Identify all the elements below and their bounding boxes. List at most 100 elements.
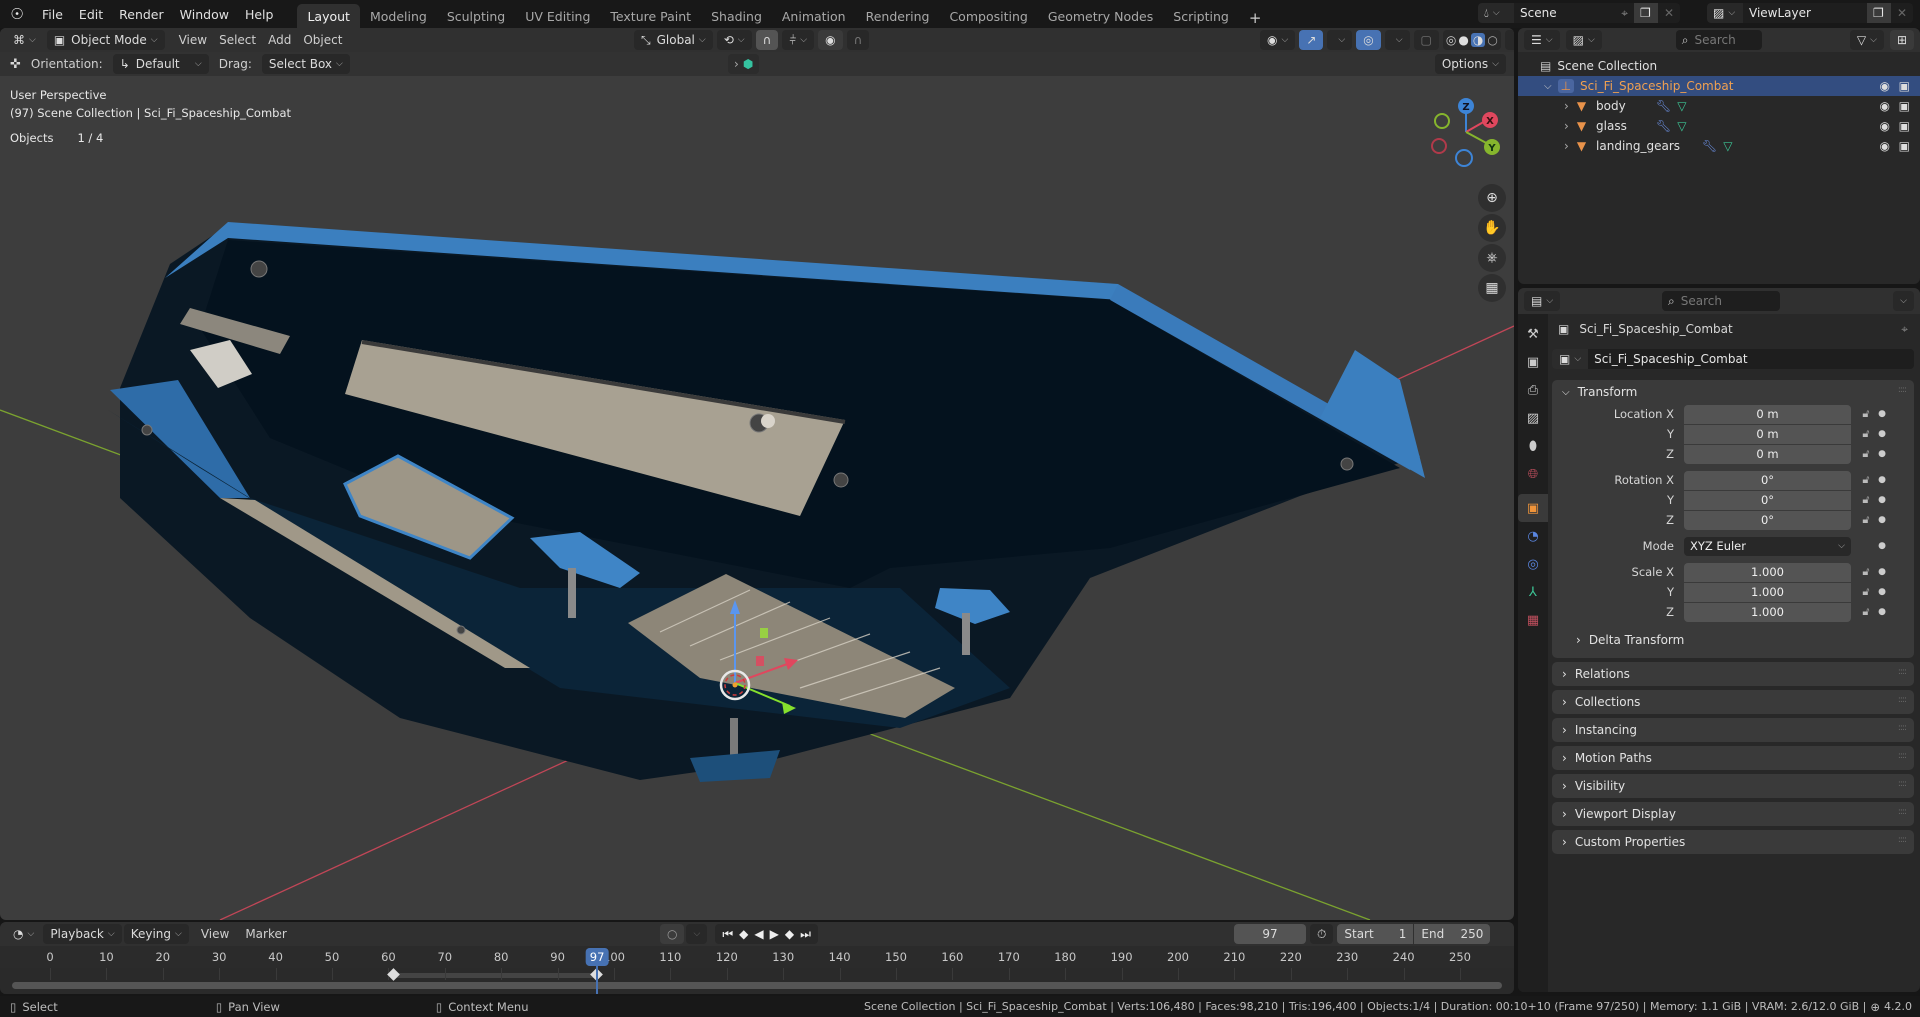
keyframe-dot[interactable]: ● [1877, 449, 1887, 459]
end-frame-field[interactable]: End 250 [1414, 924, 1491, 944]
drag-grip-icon[interactable]: :::: [1898, 779, 1907, 789]
instancing-panel[interactable]: › Instancing:::: [1552, 718, 1914, 742]
outliner-item-landing-gears[interactable]: › ▼ landing_gears 🔧︎ ▽ ◉ ▣ [1518, 136, 1920, 156]
keyframe-dot[interactable]: ● [1877, 587, 1887, 597]
keyframe-dot[interactable]: ● [1877, 429, 1887, 439]
tab-texture-paint[interactable]: Texture Paint [600, 4, 701, 28]
menu-select[interactable]: Select [215, 33, 260, 47]
chevron-right-icon[interactable]: › [1564, 119, 1569, 133]
start-frame-field[interactable]: Start 1 [1337, 924, 1414, 944]
tab-texture[interactable]: ▦ [1518, 606, 1548, 634]
drag-grip-icon[interactable]: :::: [1898, 385, 1907, 395]
playback-menu[interactable]: Playback ⌵ [43, 924, 122, 944]
3d-viewport[interactable]: ⌘ ⌵ ▣ Object Mode ⌵ View Select Add Object … [0, 28, 1514, 920]
modifier-wrench-icon[interactable]: 🔧︎ [1656, 119, 1671, 133]
rotation-mode-dropdown[interactable]: XYZ Euler ⌵ [1684, 536, 1851, 556]
lock-icon[interactable]: 🔓︎ [1855, 407, 1877, 421]
chevron-down-icon[interactable]: ⌵ [1544, 81, 1552, 92]
material-preview-button[interactable]: ◑ [1470, 33, 1486, 47]
lock-icon[interactable]: 🔓︎ [1855, 427, 1877, 441]
drag-grip-icon[interactable]: :::: [1898, 723, 1907, 733]
tab-geometry-nodes[interactable]: Geometry Nodes [1038, 4, 1163, 28]
outliner-item-collection[interactable]: ⌵ ⊥ Sci_Fi_Spaceship_Combat ◉ ▣ [1518, 76, 1920, 96]
drag-grip-icon[interactable]: :::: [1898, 807, 1907, 817]
lock-icon[interactable]: 🔓︎ [1855, 447, 1877, 461]
properties-options-dropdown[interactable]: ⌵ [1893, 291, 1914, 311]
object-browse-button[interactable]: ▣ ⌵ [1552, 349, 1589, 369]
menu-window[interactable]: Window [172, 7, 237, 22]
drag-grip-icon[interactable]: :::: [1898, 667, 1907, 677]
outliner-item-body[interactable]: › ▼ body 🔧︎ ▽ ◉ ▣ [1518, 96, 1920, 116]
play-reverse-button[interactable]: ◀ [754, 927, 763, 941]
transform-orientation-dropdown[interactable]: ⤡ Global ⌵ [634, 30, 713, 50]
playhead-frame-label[interactable]: 97 [585, 948, 609, 966]
overlays-toggle[interactable]: ◎ [1356, 30, 1381, 50]
scene-name-field[interactable]: Scene ⌖ [1514, 3, 1634, 23]
view-layer-name-field[interactable]: ViewLayer [1743, 3, 1867, 23]
scale-x-field[interactable]: 1.000 [1684, 562, 1851, 582]
tab-tool[interactable]: ⚒ [1518, 320, 1548, 348]
timeline-scrollbar[interactable] [12, 982, 1502, 989]
view-layer-browse-button[interactable]: ▨ ⌵ [1707, 3, 1743, 23]
properties-editor-type[interactable]: ▤ ⌵ [1524, 291, 1561, 311]
rotation-y-field[interactable]: 0° [1684, 490, 1851, 510]
tab-uv-editing[interactable]: UV Editing [515, 4, 600, 28]
chevron-right-icon[interactable]: › [1564, 139, 1569, 153]
delete-scene-button[interactable]: ✕ [1658, 3, 1680, 23]
snap-toggle[interactable]: ∩ [755, 30, 779, 50]
overlays-dropdown[interactable]: ⌵ [1384, 30, 1410, 50]
new-scene-button[interactable]: ❐ [1634, 3, 1658, 23]
object-name-field[interactable]: Sci_Fi_Spaceship_Combat [1588, 349, 1914, 369]
keying-menu[interactable]: Keying ⌵ [123, 924, 189, 944]
jump-to-next-keyframe-button[interactable]: ◆ [785, 927, 794, 941]
outliner-editor-type[interactable]: ☰ ⌵ [1524, 30, 1560, 50]
tab-compositing[interactable]: Compositing [939, 4, 1037, 28]
add-workspace-button[interactable]: + [1239, 4, 1272, 28]
auto-keying-toggle[interactable]: ○ [660, 924, 685, 944]
menu-view[interactable]: View [175, 33, 211, 47]
tab-modeling[interactable]: Modeling [360, 4, 437, 28]
mode-dropdown[interactable]: ▣ Object Mode ⌵ [46, 30, 165, 50]
preview-range-toggle[interactable]: ⏱ [1310, 924, 1334, 944]
xray-toggle[interactable]: ▢ [1413, 30, 1439, 50]
tab-world[interactable]: 🌐︎ [1518, 460, 1548, 488]
properties-search-input[interactable]: ⌕ Search [1662, 291, 1780, 311]
falloff-dropdown[interactable]: ∩ [846, 30, 870, 50]
keyframe-dot[interactable]: ● [1877, 515, 1887, 525]
drag-dropdown[interactable]: Select Box ⌵ [261, 54, 350, 74]
orientation-dropdown[interactable]: ↳ Default ⌵ [112, 54, 209, 74]
rotation-z-field[interactable]: 0° [1684, 510, 1851, 530]
tab-data[interactable]: ⅄ [1518, 578, 1548, 606]
chevron-right-icon[interactable]: › [1564, 99, 1569, 113]
options-dropdown[interactable]: Options ⌵ [1434, 54, 1506, 74]
menu-render[interactable]: Render [111, 7, 172, 22]
display-mode-dropdown[interactable]: ▨ ⌵ [1565, 30, 1602, 50]
tab-animation[interactable]: Animation [772, 4, 856, 28]
rendered-shading-button[interactable]: ○ [1487, 33, 1497, 47]
gizmo-dropdown[interactable]: ⌵ [1327, 30, 1353, 50]
filter-dropdown[interactable]: ▽ ⌵ [1849, 30, 1884, 50]
tab-scene[interactable]: ⬮ [1518, 432, 1548, 460]
keyframe-dot[interactable]: ● [1877, 567, 1887, 577]
current-frame-field[interactable]: 97 [1234, 924, 1306, 944]
tab-object[interactable]: ▣ [1518, 494, 1548, 522]
menu-marker[interactable]: Marker [241, 927, 290, 941]
rotation-x-field[interactable]: 0° [1684, 470, 1851, 490]
timeline-track[interactable] [0, 968, 1514, 994]
scene-render[interactable] [0, 28, 1514, 920]
modifier-wrench-icon[interactable]: 🔧︎ [1702, 139, 1717, 153]
play-button[interactable]: ▶ [770, 927, 779, 941]
wireframe-shading-button[interactable]: ◎ [1446, 33, 1456, 47]
menu-edit[interactable]: Edit [71, 7, 111, 22]
zoom-button[interactable]: ⊕ [1478, 184, 1506, 212]
tab-layout[interactable]: Layout [297, 3, 360, 28]
drag-grip-icon[interactable]: :::: [1898, 751, 1907, 761]
keyframe-dot[interactable]: ● [1877, 541, 1887, 551]
delete-view-layer-button[interactable]: ✕ [1891, 3, 1913, 23]
outliner-item-glass[interactable]: › ▼ glass 🔧︎ ▽ ◉ ▣ [1518, 116, 1920, 136]
visibility-eye-icon[interactable]: ◉ [1880, 119, 1890, 133]
visibility-eye-icon[interactable]: ◉ [1880, 79, 1890, 93]
lock-icon[interactable]: 🔓︎ [1855, 585, 1877, 599]
lock-icon[interactable]: 🔓︎ [1855, 513, 1877, 527]
modifier-wrench-icon[interactable]: 🔧︎ [1656, 99, 1671, 113]
